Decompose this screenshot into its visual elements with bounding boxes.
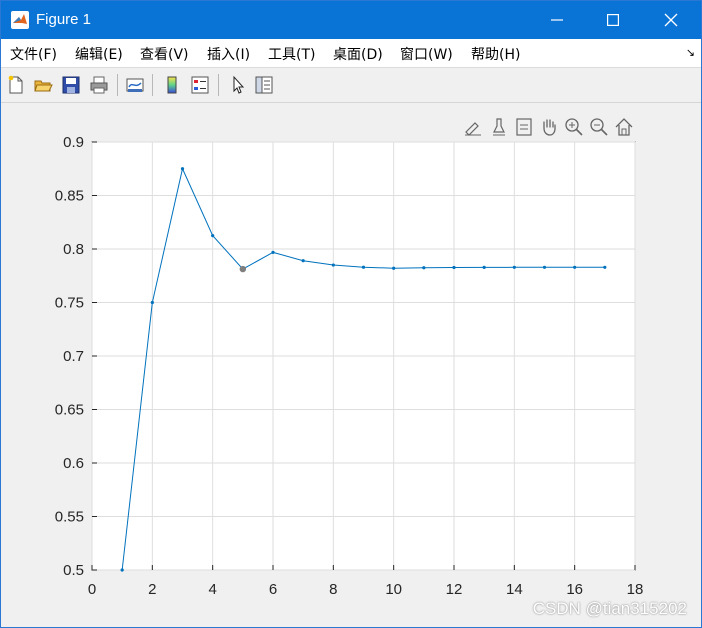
- data-point[interactable]: [542, 265, 547, 269]
- y-tick-label: 0.75: [55, 295, 84, 312]
- data-point[interactable]: [150, 300, 154, 305]
- y-tick-labels: 0.5 0.55 0.6 0.65 0.7 0.75 0.8 0.85 0.9: [55, 134, 84, 579]
- data-point[interactable]: [512, 265, 516, 269]
- x-tick-label: 4: [208, 581, 216, 598]
- y-tick-label: 0.5: [63, 562, 84, 579]
- plot-area[interactable]: 0 2 4 6 8 10 12 14 16 18 0.5 0.55 0.6 0.65 0.7 0.75 0.8…: [1, 1, 701, 627]
- data-point[interactable]: [452, 265, 456, 270]
- x-tick-label: 0: [88, 581, 96, 598]
- data-point[interactable]: [392, 266, 396, 270]
- x-tick-label: 14: [506, 581, 523, 598]
- data-point[interactable]: [301, 259, 305, 263]
- data-point[interactable]: [422, 266, 426, 270]
- x-tick-label: 10: [385, 581, 402, 598]
- data-point[interactable]: [603, 265, 607, 269]
- data-point[interactable]: [120, 568, 124, 572]
- highlighted-data-point[interactable]: [239, 265, 247, 273]
- x-tick-labels: 0 2 4 6 8 10 12 14 16 18: [88, 581, 644, 598]
- data-point[interactable]: [573, 265, 577, 269]
- x-tick-label: 16: [566, 581, 583, 598]
- data-point[interactable]: [271, 250, 275, 254]
- data-point[interactable]: [211, 234, 215, 238]
- y-tick-label: 0.8: [63, 241, 84, 258]
- data-point[interactable]: [361, 265, 366, 269]
- watermark: CSDN @tian315202: [532, 599, 687, 618]
- y-tick-label: 0.55: [55, 509, 84, 526]
- x-tick-label: 6: [269, 581, 277, 598]
- y-tick-label: 0.7: [63, 348, 84, 365]
- y-tick-label: 0.9: [63, 134, 84, 151]
- y-tick-label: 0.65: [55, 402, 84, 419]
- y-tick-label: 0.6: [63, 455, 84, 472]
- x-tick-label: 8: [329, 581, 337, 598]
- data-point[interactable]: [482, 265, 486, 270]
- x-tick-label: 18: [627, 581, 644, 598]
- x-tick-label: 2: [148, 581, 156, 598]
- figure-window: Figure 1 文件(F) 编辑(E) 查看(V) 插入(I) 工具(T) 桌…: [0, 0, 702, 628]
- y-tick-label: 0.85: [55, 188, 84, 205]
- data-point[interactable]: [180, 167, 185, 171]
- data-point[interactable]: [331, 263, 335, 267]
- x-tick-label: 12: [446, 581, 463, 598]
